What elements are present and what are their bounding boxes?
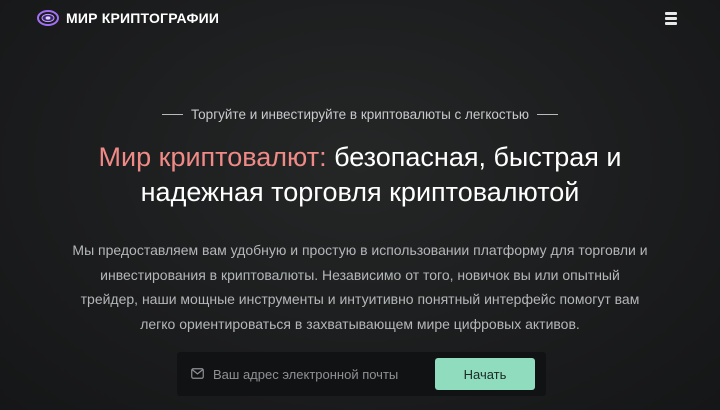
brand-link[interactable]: МИР КРИПТОГРАФИИ	[37, 9, 219, 27]
description-line: инвестирования в криптовалюты. Независим…	[100, 266, 620, 283]
headline-line1-rest: безопасная, быстрая и	[326, 142, 622, 172]
start-button[interactable]: Начать	[435, 358, 535, 390]
eyebrow-dash-right	[537, 113, 558, 116]
headline-accent: Мир криптовалют:	[98, 142, 327, 172]
mail-icon	[191, 368, 204, 379]
eyebrow-dash-left	[161, 113, 183, 116]
email-input[interactable]	[209, 363, 432, 385]
description-line: трейдер, наши мощные инструменты и интуи…	[80, 291, 640, 307]
headline-line2: надежная торговля криптовалютой	[140, 177, 580, 207]
crypto-logo-icon	[37, 10, 59, 26]
hero-description: Мы предоставляем вам удобную и простую в…	[30, 238, 690, 336]
description-line: легко ориентироваться в захватывающем ми…	[140, 315, 580, 332]
hamburger-menu-icon[interactable]	[664, 11, 678, 25]
hero-headline: Мир криптовалют: безопасная, быстрая и н…	[0, 140, 720, 210]
navbar: МИР КРИПТОГРАФИИ	[0, 0, 720, 38]
signup-form: Начать	[177, 352, 546, 396]
eyebrow-text: Торгуйте и инвестируйте в криптовалюты с…	[190, 107, 529, 122]
brand-name: МИР КРИПТОГРАФИИ	[66, 10, 220, 26]
hero-eyebrow: Торгуйте и инвестируйте в криптовалюты с…	[0, 107, 720, 122]
description-line: Мы предоставляем вам удобную и простую в…	[72, 242, 648, 258]
